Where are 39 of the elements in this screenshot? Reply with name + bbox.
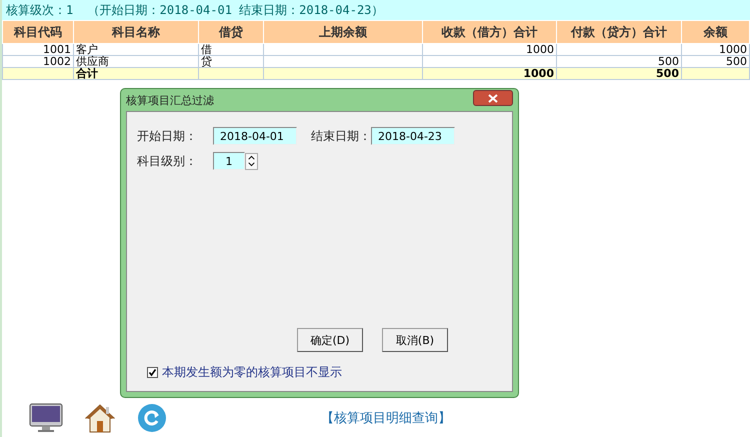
table-cell: 客户 (76, 43, 98, 56)
field-label: 结束日期： (311, 128, 371, 144)
table-cell: 借 (201, 43, 212, 56)
detail-query-link[interactable]: 【核算项目明细查询】 (321, 409, 451, 427)
report-title: 核算级次：1 （开始日期：2018-04-01 结束日期：2018-04-23） (6, 2, 384, 18)
checkbox[interactable] (147, 367, 158, 378)
ok-button[interactable]: 确定(D) (297, 328, 363, 352)
close-button[interactable] (473, 90, 513, 106)
table-cell: 1002 (43, 55, 71, 68)
spinner-buttons[interactable] (245, 152, 258, 170)
dialog-title: 核算项目汇总过滤 (126, 92, 214, 108)
house-icon[interactable] (85, 403, 115, 433)
table-cell: 1001 (43, 43, 71, 56)
level-field[interactable]: 1 (213, 152, 245, 170)
table-cell: 500 (656, 67, 679, 80)
date-field[interactable]: 2018-04-23 (371, 127, 455, 145)
column-header: 收款（借方）合计 (422, 20, 556, 44)
table-cell: 贷 (201, 55, 212, 68)
column-header: 上期余额 (264, 20, 422, 44)
table-cell: 供应商 (76, 55, 109, 68)
table-cell: 1000 (526, 43, 554, 56)
field-label: 开始日期： (137, 128, 198, 144)
table-cell: 1000 (719, 43, 747, 56)
date-field[interactable]: 2018-04-01 (213, 127, 297, 145)
checkbox-label: 本期发生额为零的核算项目不显示 (162, 364, 342, 381)
close-icon (488, 94, 498, 102)
table-cell: 1000 (523, 67, 554, 80)
cancel-button[interactable]: 取消(B) (382, 328, 448, 352)
refresh-icon[interactable] (137, 403, 167, 433)
column-header: 科目名称 (74, 20, 198, 44)
field-label: 科目级别： (137, 152, 198, 170)
column-header: 借贷 (198, 20, 264, 44)
monitor-icon[interactable] (29, 403, 63, 433)
column-header: 余额 (682, 20, 750, 44)
table-cell: 500 (726, 55, 747, 68)
table-cell: 合计 (76, 67, 98, 80)
column-header: 付款（贷方）合计 (556, 20, 682, 44)
table-cell: 500 (658, 55, 679, 68)
column-header: 科目代码 (2, 20, 74, 44)
